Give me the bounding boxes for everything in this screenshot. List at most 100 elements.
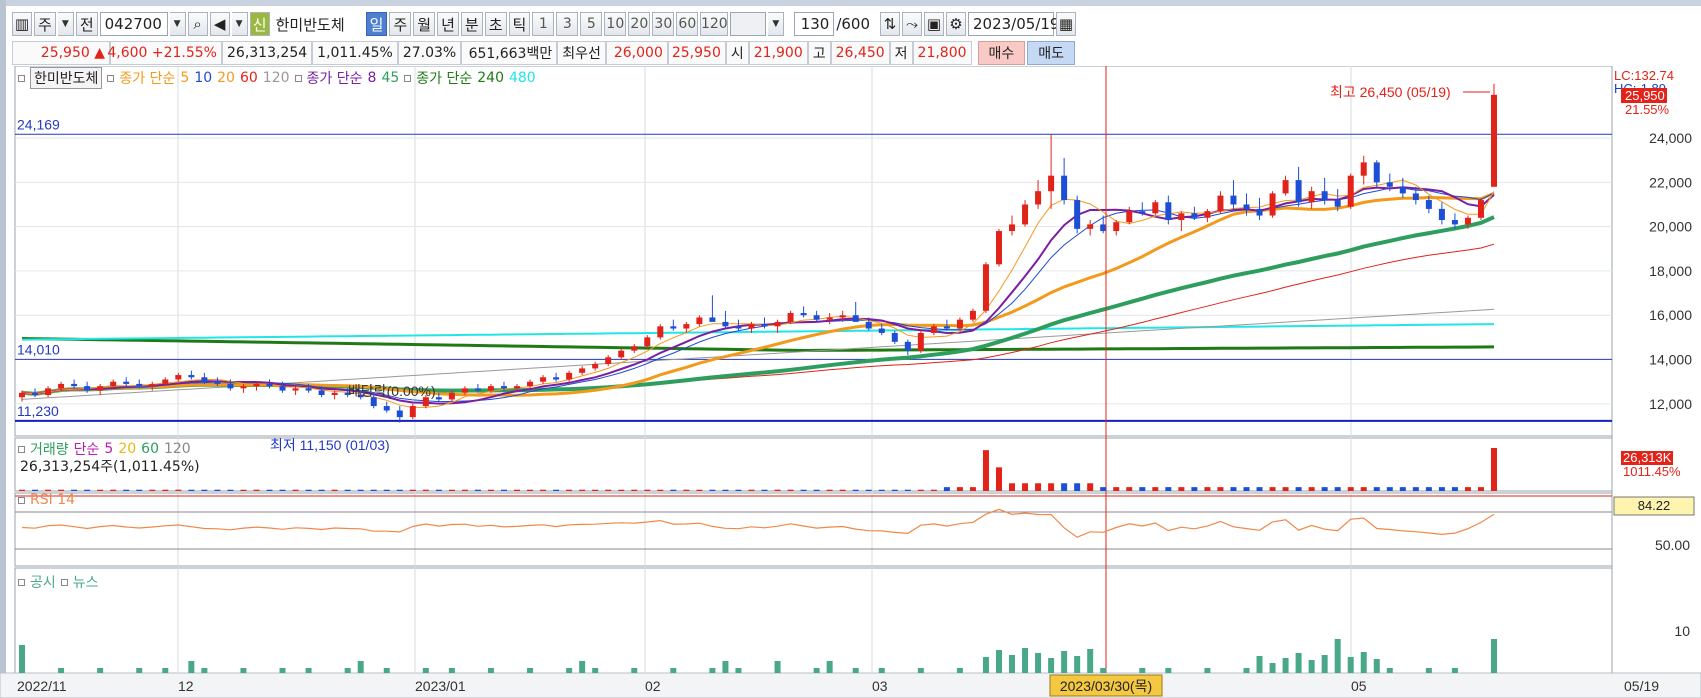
legend-marker-icon <box>60 578 68 586</box>
candle-body <box>787 313 794 322</box>
legend-ma-group-2: 종가 단순 <box>306 71 363 87</box>
volume-bar <box>566 489 573 491</box>
volume-bar <box>279 489 286 491</box>
minute-120-button[interactable]: 120 <box>700 12 729 36</box>
price-change: 4,600 +21.55% <box>107 41 222 65</box>
open-label: 시 <box>725 41 749 65</box>
dividend-note: 배당락(0.00%) <box>348 383 436 399</box>
candle-body <box>201 377 208 382</box>
calendar-icon[interactable]: ▦ <box>1056 12 1076 36</box>
minute-20-button[interactable]: 20 <box>628 12 651 36</box>
interval-dropdown-icon[interactable]: ▼ <box>768 12 785 36</box>
candle-body <box>1204 211 1211 218</box>
minute-5-button[interactable]: 5 <box>580 12 603 36</box>
volume-bar <box>1491 448 1497 491</box>
news-bar <box>240 668 247 673</box>
candle-body <box>71 383 78 387</box>
candle-body <box>826 317 833 320</box>
news-bar <box>1243 668 1250 673</box>
stock-code-input[interactable]: 042700 <box>99 12 168 36</box>
tab-daily[interactable]: 일 <box>365 12 388 36</box>
y-tick-label: 20,000 <box>1649 219 1692 235</box>
volume-bar <box>709 489 716 491</box>
chart-svg[interactable]: 24,000 22,000 20,000 18,000 16,000 14,000 12,0… <box>0 65 1701 698</box>
volume-bar <box>878 489 885 491</box>
save-icon[interactable]: ▣ <box>924 12 944 36</box>
volume-bar <box>214 489 221 491</box>
chart-area[interactable]: 24,000 22,000 20,000 18,000 16,000 14,000 12,0… <box>0 65 1701 698</box>
crosshair-icon[interactable]: ⤳ <box>902 12 922 36</box>
candle-body <box>214 381 221 384</box>
minute-10-button[interactable]: 10 <box>604 12 627 36</box>
volume-bar <box>1269 487 1276 491</box>
volume-bar <box>1035 483 1042 491</box>
candle-body <box>1152 202 1159 214</box>
news-bar <box>1308 660 1315 673</box>
volume-bar <box>514 489 521 491</box>
news-bar <box>58 668 65 673</box>
minute-30-button[interactable]: 30 <box>652 12 675 36</box>
volume-bar <box>474 489 481 491</box>
tab-minute[interactable]: 분 <box>460 12 483 36</box>
tab-tick[interactable]: 틱 <box>508 12 531 36</box>
legend-stock-name[interactable]: 한미반도체 <box>30 67 103 89</box>
volume-bar <box>97 489 104 491</box>
tab-yearly[interactable]: 년 <box>437 12 459 36</box>
news-bar <box>1386 668 1393 673</box>
date-input[interactable]: 2023/05/19 <box>968 12 1059 36</box>
open-price: 21,900 <box>748 41 808 65</box>
candle-body <box>696 317 703 325</box>
candle-body <box>618 350 625 358</box>
chart-type-icon[interactable]: ▥ <box>12 12 32 36</box>
period-dropdown-icon[interactable]: ▼ <box>57 12 74 36</box>
prev-button[interactable]: 전 <box>75 12 98 36</box>
minute-60-button[interactable]: 60 <box>676 12 699 36</box>
buy-button[interactable]: 매수 <box>977 41 1026 65</box>
y-tick-label: 24,000 <box>1649 130 1692 146</box>
candle-body <box>500 386 507 389</box>
news-tick-label: 10 <box>1674 623 1690 639</box>
news-bar <box>956 668 963 673</box>
volume-bar <box>175 489 182 491</box>
volume-bar <box>422 489 429 491</box>
volume-bar <box>344 489 351 491</box>
candle-body <box>865 321 872 329</box>
candle-body <box>19 392 25 398</box>
count-input[interactable]: 130 <box>794 12 835 36</box>
speaker-dropdown-icon[interactable]: ▼ <box>231 12 248 36</box>
news-bar <box>383 668 390 673</box>
legend-marker-icon <box>18 445 25 453</box>
volume-bar <box>618 489 625 491</box>
quote-bar: 25,950 ▲ 4,600 +21.55% 26,313,254 1,011.… <box>12 40 1701 66</box>
gear-icon[interactable]: ⚙ <box>946 12 966 36</box>
candle-body <box>683 324 690 329</box>
news-bar <box>670 668 677 673</box>
search-icon[interactable]: ⌕ <box>187 12 208 36</box>
minute-1-button[interactable]: 1 <box>532 12 555 36</box>
tab-second[interactable]: 초 <box>484 12 507 36</box>
volume-bar <box>32 489 39 491</box>
code-dropdown-icon[interactable]: ▼ <box>169 12 186 36</box>
tab-weekly[interactable]: 주 <box>389 12 412 36</box>
candle-body <box>904 341 911 351</box>
volume-bar <box>969 487 976 491</box>
tab-monthly[interactable]: 월 <box>413 12 436 36</box>
news-bar <box>1269 663 1276 673</box>
volume-bar <box>1282 487 1289 491</box>
rsi-legend: RSI 14 <box>18 492 75 508</box>
volume-bar <box>84 489 91 491</box>
volume-bar <box>357 489 364 491</box>
last-change-tag: 21.55% <box>1625 102 1670 117</box>
speaker-icon[interactable]: ◀ <box>209 12 230 36</box>
legend-marker-icon <box>18 496 25 504</box>
news-bar <box>1491 639 1497 673</box>
news-bar <box>1074 656 1081 673</box>
interval-select[interactable] <box>730 12 767 36</box>
minute-3-button[interactable]: 3 <box>556 12 579 36</box>
sell-button[interactable]: 매도 <box>1027 41 1076 65</box>
period-button[interactable]: 주 <box>34 12 56 36</box>
compare-icon[interactable]: ⇅ <box>880 12 900 36</box>
candle-body <box>930 326 937 333</box>
best-quote-label: 최우선 <box>557 41 606 65</box>
news-bar <box>813 668 820 673</box>
